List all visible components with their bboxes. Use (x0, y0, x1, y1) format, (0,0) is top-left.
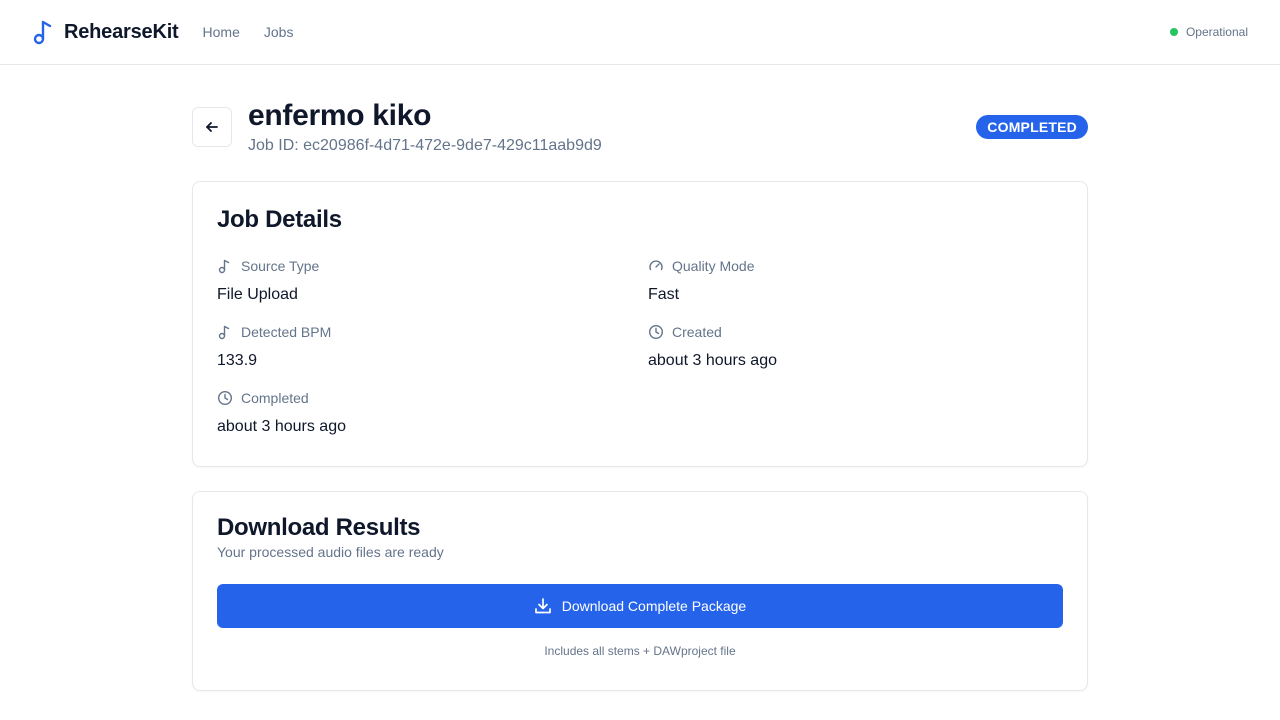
job-details-grid: Source Type File Upload Quality Mode Fas… (217, 256, 1063, 440)
nav-jobs-link[interactable]: Jobs (264, 24, 294, 40)
download-button-label: Download Complete Package (561, 598, 747, 614)
clock-icon (648, 324, 664, 340)
main-nav: Home Jobs (203, 24, 294, 40)
brand[interactable]: RehearseKit (32, 19, 179, 45)
detail-source-type: Source Type File Upload (217, 256, 648, 308)
music-note-logo-icon (32, 19, 54, 45)
detail-label-row: Detected BPM (217, 322, 648, 342)
detail-created: Created about 3 hours ago (648, 322, 1063, 374)
app-name: RehearseKit (64, 20, 179, 43)
nav-home-link[interactable]: Home (203, 24, 240, 40)
detail-label: Quality Mode (672, 258, 755, 274)
download-results-heading: Download Results (217, 514, 421, 541)
status-badge: COMPLETED (976, 115, 1088, 139)
gauge-icon (649, 260, 663, 271)
back-button[interactable] (192, 107, 232, 147)
detail-label-row: Created (648, 322, 1063, 342)
download-icon (534, 598, 551, 614)
top-nav-bar: RehearseKit Home Jobs Operational (0, 0, 1280, 65)
detail-label: Completed (241, 390, 309, 406)
detail-label-row: Completed (217, 388, 648, 408)
title-block: enfermo kiko Job ID: ec20986f-4d71-472e-… (248, 99, 602, 155)
status-dot-icon (1169, 28, 1178, 36)
detail-value: about 3 hours ago (217, 418, 346, 435)
job-id: Job ID: ec20986f-4d71-472e-9de7-429c11aa… (248, 137, 602, 154)
job-detail-page: enfermo kiko Job ID: ec20986f-4d71-472e-… (192, 65, 1088, 691)
arrow-left-icon (206, 122, 218, 132)
detail-label-row: Source Type (217, 256, 648, 276)
detail-label: Detected BPM (241, 324, 332, 340)
detail-value: File Upload (217, 286, 298, 303)
download-note: Includes all stems + DAWproject file (544, 644, 736, 658)
page-title: enfermo kiko (248, 99, 432, 132)
detail-label-row: Quality Mode (648, 256, 1063, 276)
music-note-icon (218, 259, 230, 274)
download-package-button[interactable]: Download Complete Package (217, 584, 1063, 628)
page-header: enfermo kiko Job ID: ec20986f-4d71-472e-… (192, 65, 1088, 181)
detail-completed: Completed about 3 hours ago (217, 388, 648, 440)
detail-value: Fast (648, 286, 680, 303)
detail-detected-bpm: Detected BPM 133.9 (217, 322, 648, 374)
detail-value: 133.9 (217, 352, 258, 369)
job-details-card: Job Details Source Type File Upload Qual… (192, 181, 1088, 467)
job-details-heading: Job Details (217, 206, 342, 233)
detail-label: Created (672, 324, 722, 340)
detail-quality-mode: Quality Mode Fast (648, 256, 1063, 308)
status-label: Operational (1185, 25, 1248, 39)
download-results-card: Download Results Your processed audio fi… (192, 491, 1088, 691)
detail-value: about 3 hours ago (648, 352, 777, 369)
music-note-icon (218, 325, 230, 340)
download-results-subtitle: Your processed audio files are ready (217, 544, 444, 560)
detail-label: Source Type (241, 258, 320, 274)
system-status: Operational (1169, 25, 1248, 39)
clock-icon (217, 390, 233, 406)
